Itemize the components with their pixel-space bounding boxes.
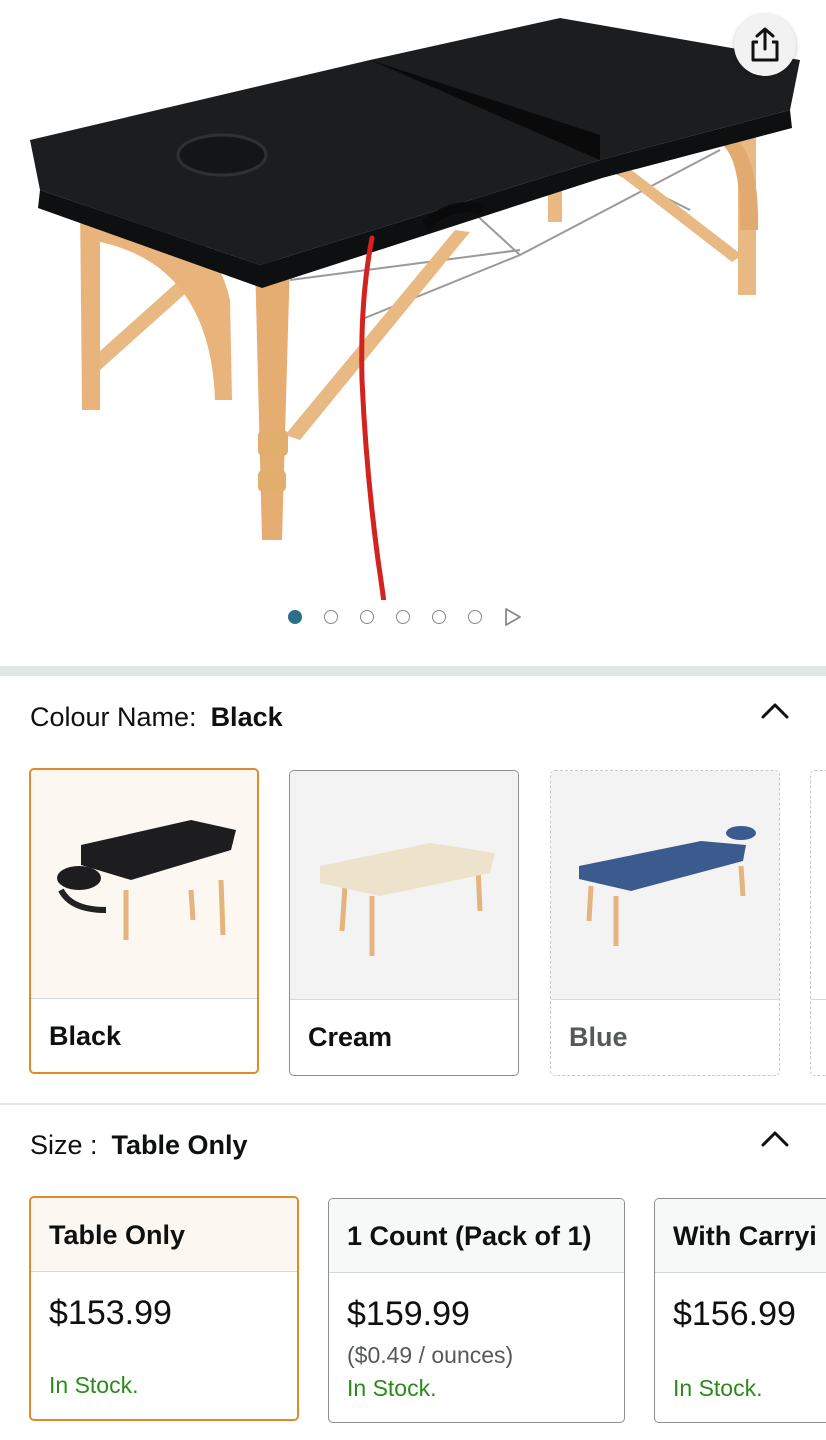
image-pagination[interactable]	[288, 607, 522, 627]
product-image-gallery[interactable]: Greenlife	[0, 0, 826, 666]
size-option-price: $159.99	[347, 1295, 470, 1333]
colour-option-label: Blue	[569, 1022, 628, 1052]
chevron-up-icon[interactable]	[760, 700, 790, 720]
colour-thumbnail	[290, 771, 518, 1000]
section-divider	[0, 1103, 826, 1105]
size-option-table-only[interactable]: Table Only $153.99 In Stock.	[29, 1196, 299, 1421]
size-option-name: Table Only	[31, 1198, 297, 1272]
pagination-dot[interactable]	[360, 610, 374, 624]
pagination-dot[interactable]	[324, 610, 338, 624]
stock-status: In Stock.	[49, 1372, 139, 1398]
colour-thumbnail	[551, 771, 779, 1000]
stock-status: In Stock.	[673, 1375, 763, 1401]
chevron-up-icon[interactable]	[760, 1128, 790, 1148]
colour-thumbnail	[31, 770, 257, 999]
size-label: Size :	[30, 1130, 98, 1160]
size-header: Size : Table Only	[30, 1130, 248, 1161]
product-image[interactable]: Greenlife	[0, 0, 826, 600]
colour-option-more[interactable]	[810, 770, 826, 1076]
size-selected-value: Table Only	[111, 1130, 248, 1160]
colour-option-cream[interactable]: Cream	[289, 770, 519, 1076]
colour-label: Colour Name:	[30, 702, 197, 732]
blue-table-thumbnail	[579, 826, 756, 946]
cream-table-thumbnail	[320, 843, 495, 956]
size-option-name: 1 Count (Pack of 1)	[329, 1199, 624, 1273]
share-button[interactable]	[734, 14, 796, 76]
pagination-dot[interactable]	[432, 610, 446, 624]
colour-selected-value: Black	[210, 702, 283, 732]
size-option-name: With Carryi	[655, 1199, 826, 1273]
size-option-with-carrying-case[interactable]: With Carryi $156.99 In Stock.	[654, 1198, 826, 1423]
size-option-price: $156.99	[673, 1295, 796, 1333]
colour-option-black[interactable]: Black	[29, 768, 259, 1074]
size-option-price: $153.99	[49, 1294, 172, 1332]
section-divider	[0, 666, 826, 676]
colour-name-header: Colour Name: Black	[30, 702, 283, 733]
size-option-1-count[interactable]: 1 Count (Pack of 1) $159.99 ($0.49 / oun…	[328, 1198, 625, 1423]
stock-status: In Stock.	[347, 1375, 437, 1401]
share-icon	[751, 27, 779, 62]
pagination-dot[interactable]	[468, 610, 482, 624]
unit-price: ($0.49 / ounces)	[347, 1342, 514, 1368]
pagination-dot[interactable]	[288, 610, 302, 624]
colour-option-label: Black	[49, 1021, 122, 1051]
black-table-thumbnail	[57, 820, 236, 940]
colour-option-blue[interactable]: Blue	[550, 770, 780, 1076]
play-video-icon[interactable]	[504, 607, 522, 627]
colour-option-label: Cream	[308, 1022, 393, 1052]
pagination-dot[interactable]	[396, 610, 410, 624]
